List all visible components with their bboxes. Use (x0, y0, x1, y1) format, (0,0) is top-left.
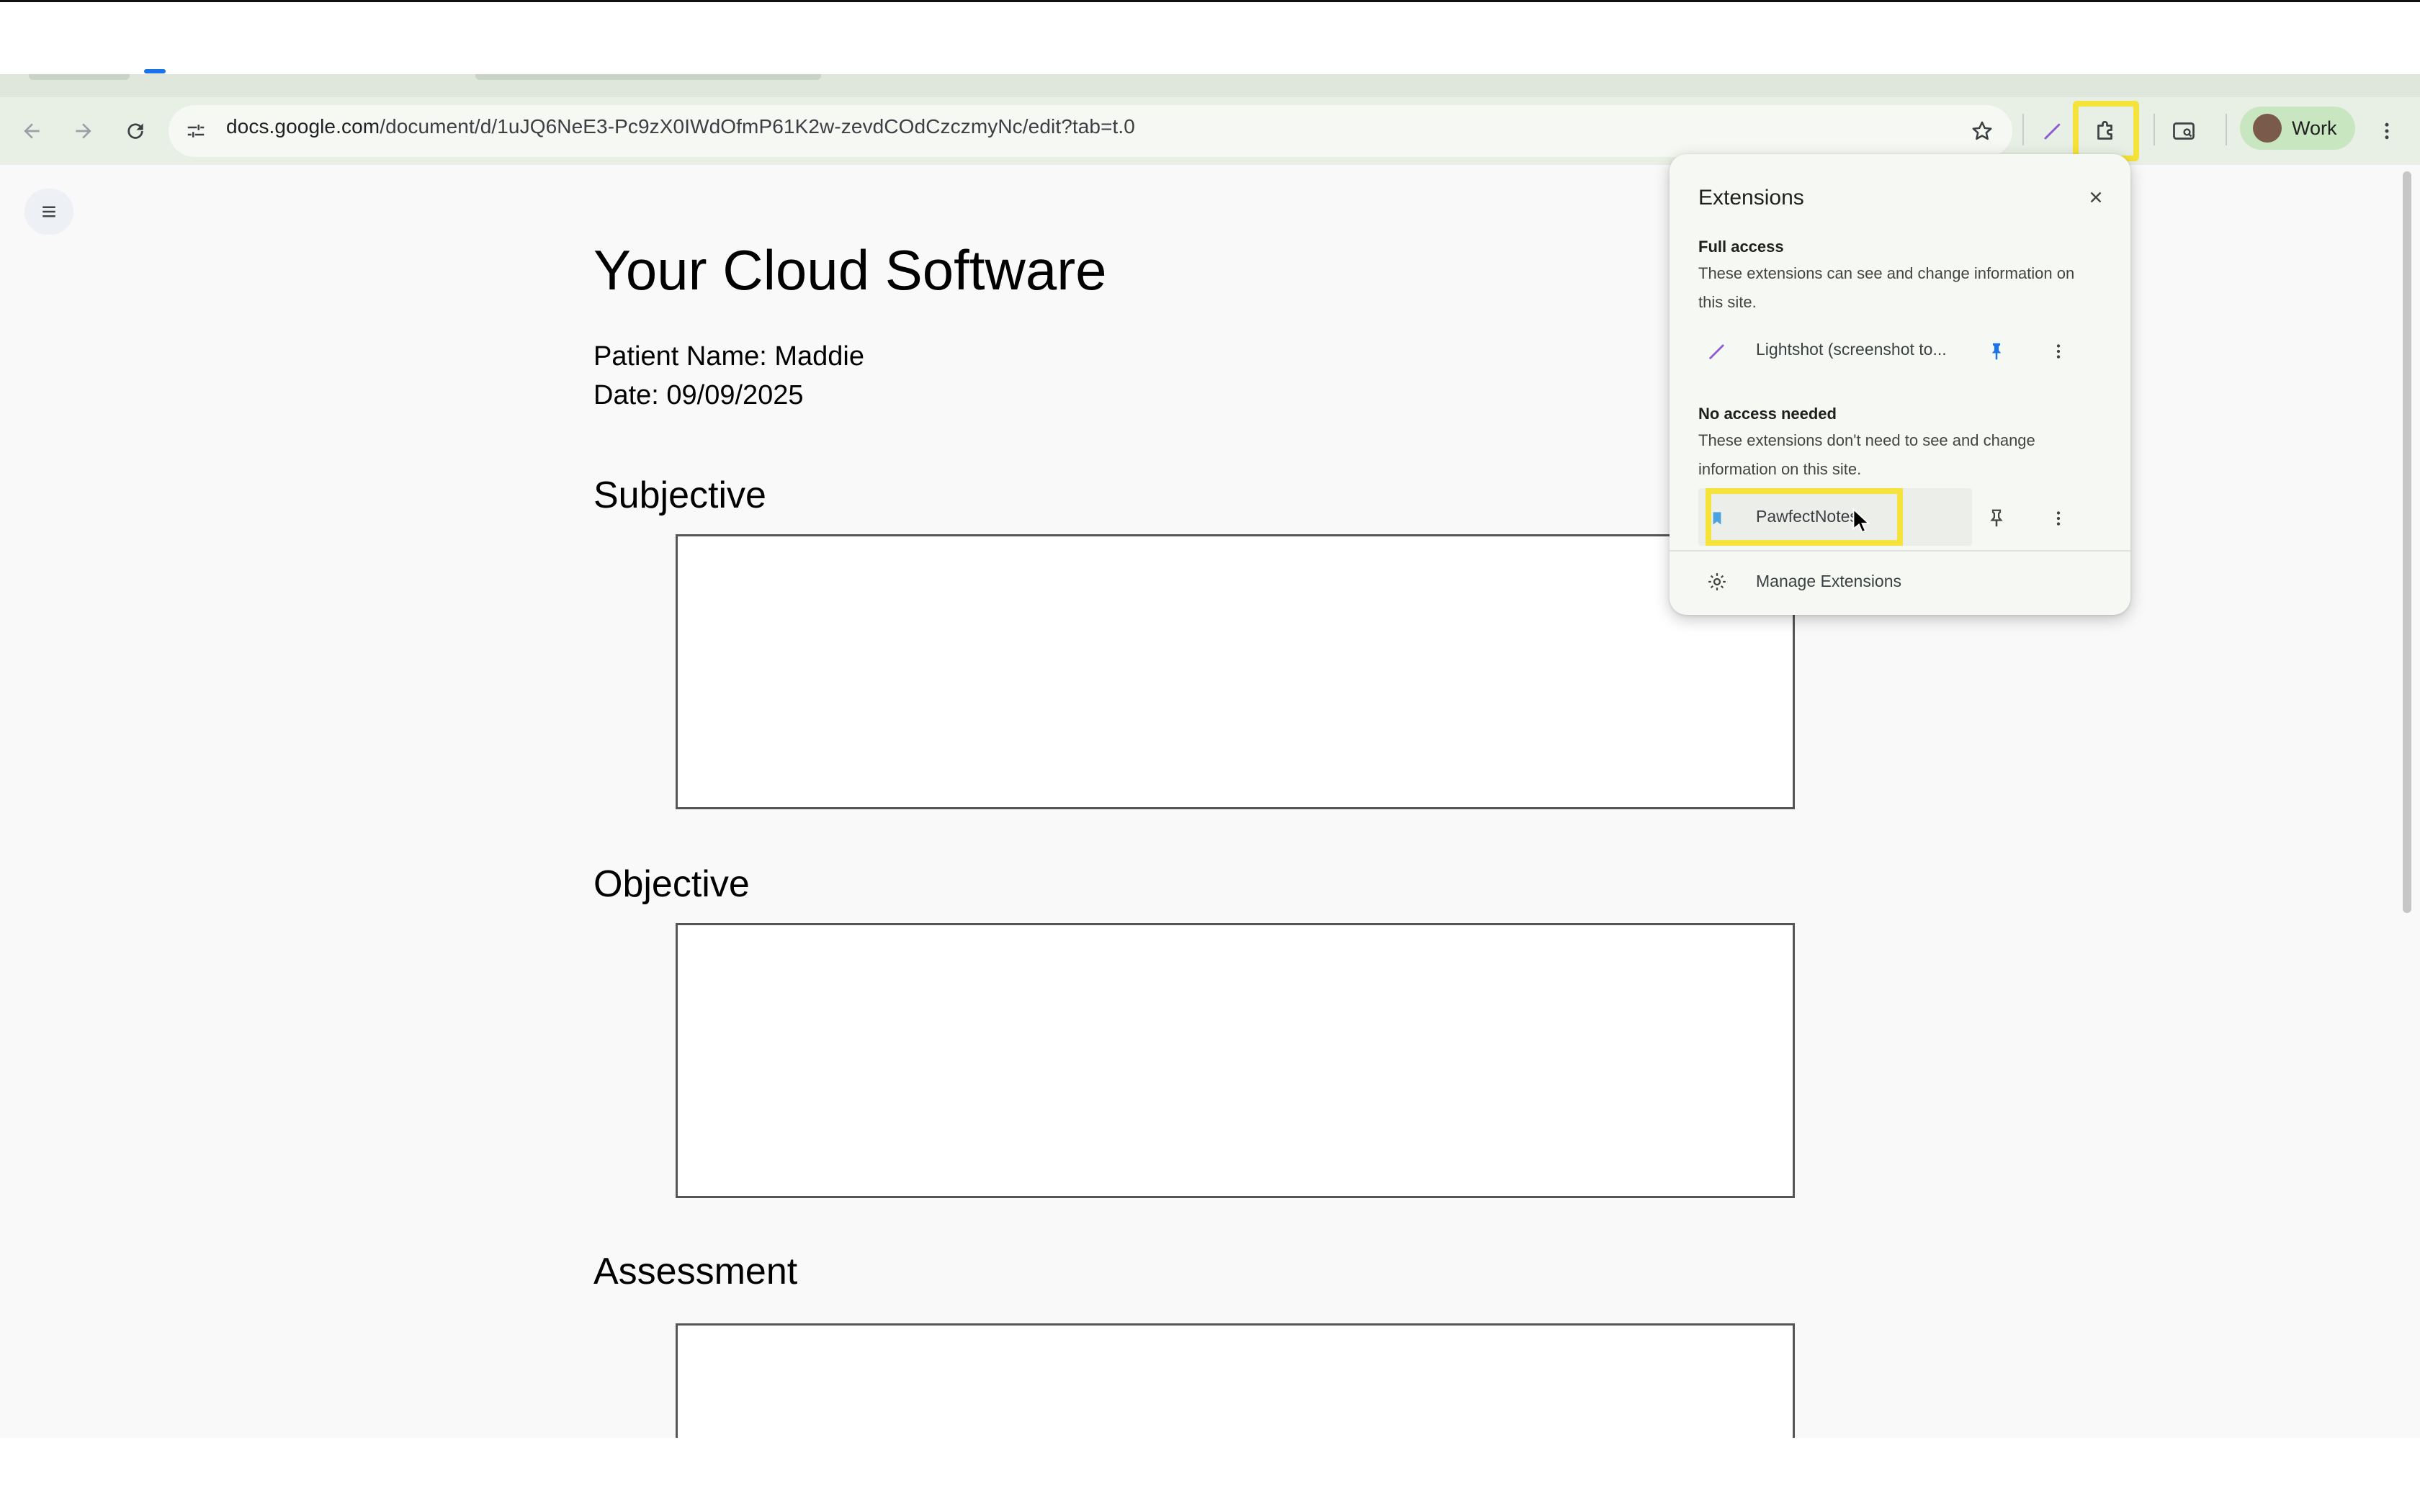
profile-label: Work (2292, 117, 2337, 139)
lightshot-pin-button[interactable] (1982, 337, 2011, 366)
tab-ghost-right[interactable] (475, 74, 821, 80)
tune-icon (187, 125, 205, 138)
lightshot-extension-icon (1703, 337, 1731, 366)
gear-icon (1708, 573, 1726, 590)
extensions-button-highlight (2073, 101, 2139, 161)
tab-search-button[interactable] (2161, 108, 2207, 154)
reload-icon (127, 123, 143, 139)
feather-icon (1709, 344, 1724, 359)
pawfectnotes-pin-button[interactable] (1982, 504, 2011, 533)
avatar (2253, 114, 2282, 143)
document-title: Your Cloud Software (593, 238, 1107, 302)
section-heading-assessment: Assessment (593, 1251, 798, 1292)
kebab-icon (2056, 344, 2061, 359)
kebab-icon (2385, 122, 2389, 140)
lightshot-toolbar-button[interactable] (2030, 108, 2076, 154)
feather-icon (2044, 123, 2061, 140)
reload-button[interactable] (112, 108, 158, 154)
no-access-title: No access needed (1698, 405, 1837, 423)
popup-title: Extensions (1698, 186, 1804, 210)
lightshot-more-button[interactable] (2044, 337, 2073, 366)
active-tab-indicator (144, 69, 166, 73)
forward-button[interactable] (60, 108, 107, 154)
patient-name: Patient Name: Maddie (593, 341, 864, 372)
arrow-right-icon (76, 123, 91, 139)
extensions-popup: Extensions Full access These extensions … (1670, 154, 2130, 615)
url-host: docs.google.com (226, 115, 380, 138)
close-popup-button[interactable] (2081, 183, 2110, 212)
pawfectnotes-highlight (1706, 488, 1903, 546)
pin-icon (1990, 509, 2003, 527)
bottom-edge (0, 1438, 2420, 1512)
back-button[interactable] (9, 108, 55, 154)
arrow-left-icon (24, 123, 40, 139)
bookmark-button[interactable] (1959, 108, 2005, 154)
section-heading-objective: Objective (593, 863, 750, 905)
star-icon (1972, 121, 1992, 140)
popup-divider (1670, 550, 2130, 552)
full-access-description: These extensions can see and change info… (1698, 264, 2075, 311)
close-icon (2090, 192, 2102, 203)
document-date: Date: 09/09/2025 (593, 380, 804, 410)
toolbar-separator (2022, 114, 2024, 145)
manage-extensions-icon (1703, 567, 1731, 596)
scrollbar-thumb[interactable] (2403, 171, 2411, 913)
pin-icon (1991, 343, 2002, 360)
toolbar-separator (2226, 114, 2227, 145)
subjective-textbox[interactable] (676, 534, 1795, 809)
section-heading-subjective: Subjective (593, 474, 766, 516)
browser-menu-button[interactable] (2365, 108, 2408, 154)
url-path: /document/d/1uJQ6NeE3-Pc9zX0IWdOfmP61K2w… (380, 115, 1135, 138)
profile-chip[interactable]: Work (2240, 107, 2355, 150)
kebab-icon (2056, 511, 2061, 526)
mouse-cursor-icon (1852, 508, 1870, 534)
window-top-edge (0, 0, 2420, 2)
manage-extensions-link[interactable]: Manage Extensions (1756, 572, 1901, 591)
site-info-button[interactable] (182, 117, 210, 145)
no-access-description: These extensions don't need to see and c… (1698, 431, 2035, 478)
tab-search-icon (2173, 122, 2195, 140)
url-text[interactable]: docs.google.com/document/d/1uJQ6NeE3-Pc9… (226, 115, 1135, 138)
toolbar-separator (2154, 114, 2155, 145)
list-icon (42, 206, 55, 217)
full-access-title: Full access (1698, 238, 1784, 256)
tab-strip (0, 74, 2420, 97)
tab-ghost-left[interactable] (29, 74, 130, 80)
lightshot-extension-name[interactable]: Lightshot (screenshot to... (1756, 340, 1947, 359)
pawfectnotes-more-button[interactable] (2044, 504, 2073, 533)
document-outline-button[interactable] (24, 189, 73, 235)
objective-textbox[interactable] (676, 923, 1795, 1198)
